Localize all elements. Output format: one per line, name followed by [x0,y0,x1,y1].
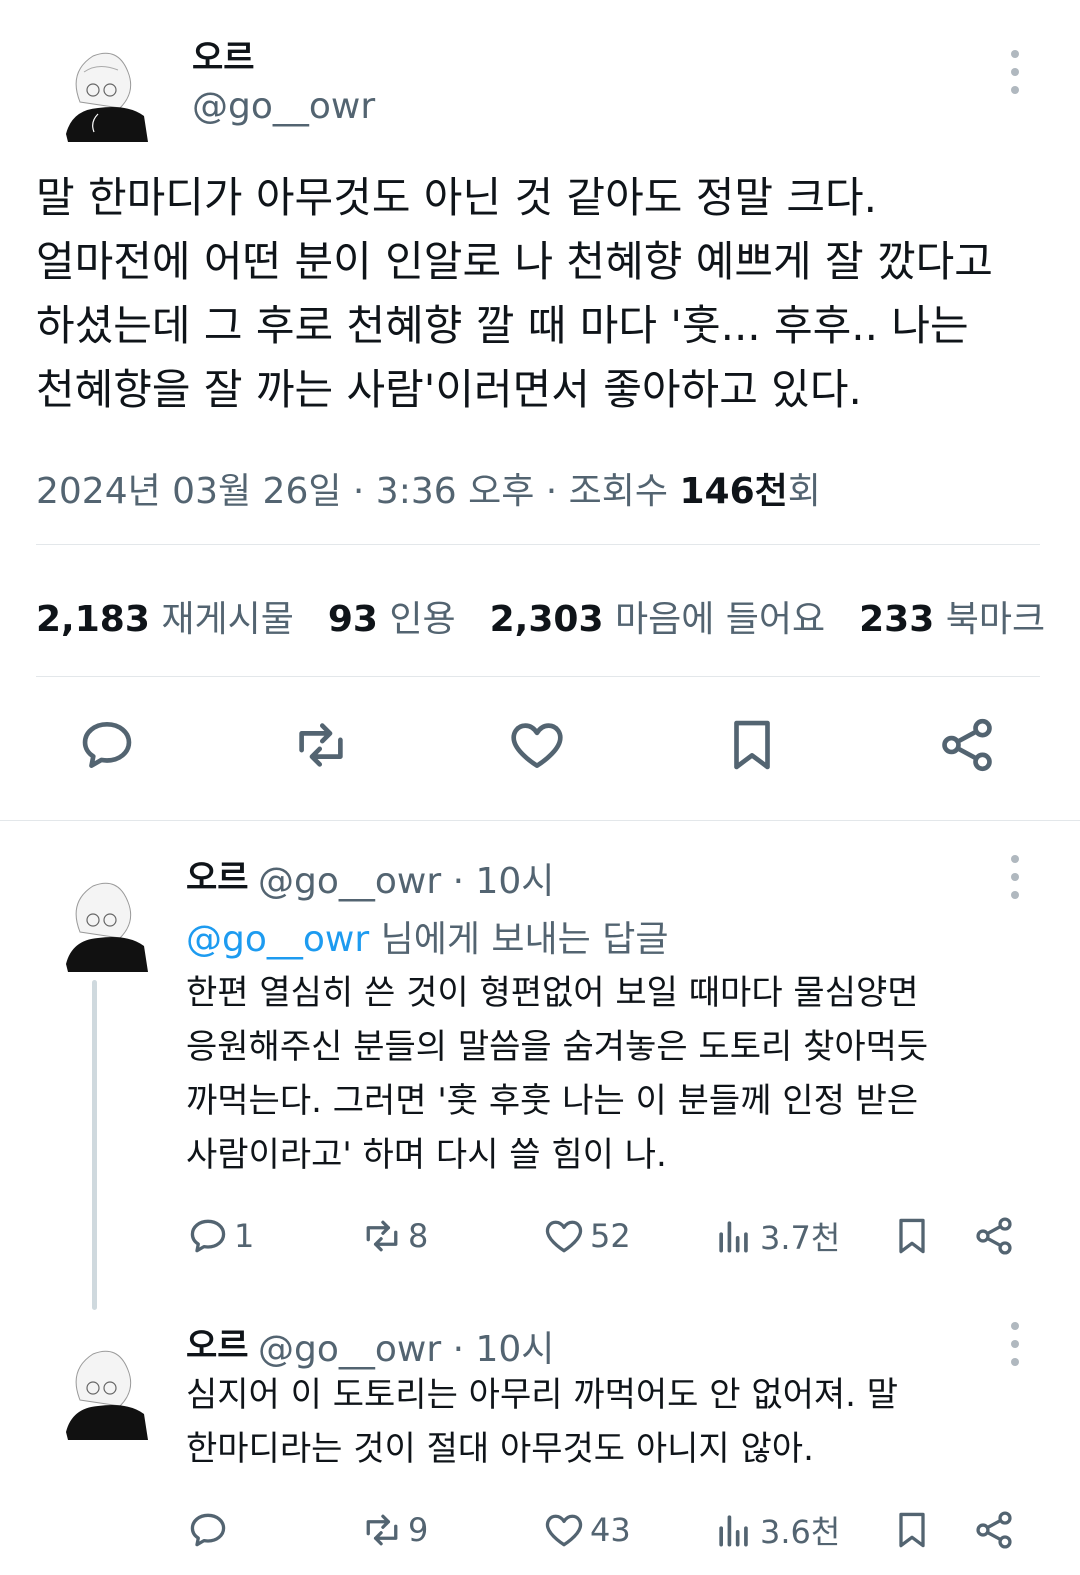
reply-button[interactable] [72,710,142,780]
repost-icon [299,723,343,767]
avatar[interactable] [58,42,148,142]
reply-text: 심지어 이 도토리는 아무리 까먹어도 안 없어져. 말 한마디라는 것이 절대… [186,1375,899,1469]
like-button[interactable]: 52 [542,1210,631,1262]
bookmark-button[interactable] [717,710,787,780]
bookmarks-stat[interactable]: 233 북마크 [859,590,1045,642]
tweet-action-bar [0,710,1080,790]
view-count: 146천 [679,471,788,512]
divider [0,820,1080,821]
view-count-suffix: 회 [787,471,821,512]
reply-text: 한편 열심히 쓴 것이 형편없어 보일 때마다 물심양면 응원해주신 분들의 말… [186,973,929,1175]
repost-icon [366,1220,398,1252]
reply-count: 1 [234,1217,255,1255]
views-button[interactable]: 3.7천 [712,1210,840,1262]
like-button[interactable]: 43 [542,1504,631,1556]
views-button[interactable]: 3.6천 [712,1504,840,1556]
tweet-text: 말 한마디가 아무것도 아닌 것 같아도 정말 크다. 얼마전에 어떤 분이 인… [36,173,993,414]
divider [36,676,1040,677]
avatar[interactable] [58,1340,148,1440]
repost-icon [366,1514,398,1546]
more-icon[interactable] [1005,855,1025,899]
view-count: 3.6천 [760,1513,841,1551]
author-display-name[interactable]: 오르 [192,30,255,79]
reply-button[interactable]: 1 [186,1210,254,1262]
repost-button[interactable]: 8 [360,1210,428,1262]
tweet-date-time[interactable]: 2024년 03월 26일 · 3:36 오후 · 조회수 [36,471,679,512]
like-count: 52 [590,1217,631,1255]
views-icon [719,1515,748,1547]
like-icon [511,723,563,768]
like-count: 43 [590,1511,631,1549]
reply-action-bar: 1 8 52 3.7천 [186,1210,1026,1262]
like-icon [545,1220,583,1253]
engagement-stats: 2,183 재게시물 93 인용 2,303 마음에 들어요 233 북마크 [36,590,1045,642]
thread-connector [92,980,97,1310]
view-count: 3.7천 [760,1219,841,1257]
reply-author-handle-time[interactable]: @go__owr · 10시 [258,852,554,904]
bookmark-icon [899,1512,925,1548]
tweet-meta: 2024년 03월 26일 · 3:36 오후 · 조회수 146천회 [36,462,821,514]
replying-to: @go__owr 님에게 보내는 답글 [186,919,669,960]
reply-icon [190,1219,226,1253]
reply-to-mention[interactable]: @go__owr [186,919,369,960]
share-button[interactable] [972,1210,1016,1262]
quotes-stat[interactable]: 93 인용 [328,590,456,642]
repost-count: 8 [408,1217,429,1255]
bookmark-button[interactable] [890,1210,934,1262]
bookmark-icon [899,1218,925,1254]
avatar[interactable] [58,872,148,972]
more-icon[interactable] [1005,1322,1025,1366]
repost-button[interactable]: 9 [360,1504,428,1556]
reply-action-bar: 9 43 3.6천 [186,1504,1026,1556]
reply-icon [82,722,132,768]
reply-author-handle-time[interactable]: @go__owr · 10시 [258,1320,554,1372]
reply-icon [190,1513,226,1547]
more-icon[interactable] [1005,50,1025,94]
reply-author-name[interactable]: 오르 [186,850,249,899]
repost-count: 9 [408,1511,429,1549]
views-icon [719,1221,748,1253]
author-handle[interactable]: @go__owr [192,86,375,127]
divider [36,544,1040,545]
likes-stat[interactable]: 2,303 마음에 들어요 [490,590,826,642]
bookmark-button[interactable] [890,1504,934,1556]
share-icon [976,1217,1012,1255]
share-icon [976,1511,1012,1549]
like-button[interactable] [502,710,572,780]
reply-button[interactable] [186,1504,234,1556]
share-icon [942,718,992,772]
reposts-stat[interactable]: 2,183 재게시물 [36,590,294,642]
share-button[interactable] [972,1504,1016,1556]
reply-author-name[interactable]: 오르 [186,1318,249,1367]
bookmark-icon [734,720,770,770]
repost-button[interactable] [286,710,356,780]
like-icon [545,1514,583,1547]
share-button[interactable] [932,710,1002,780]
